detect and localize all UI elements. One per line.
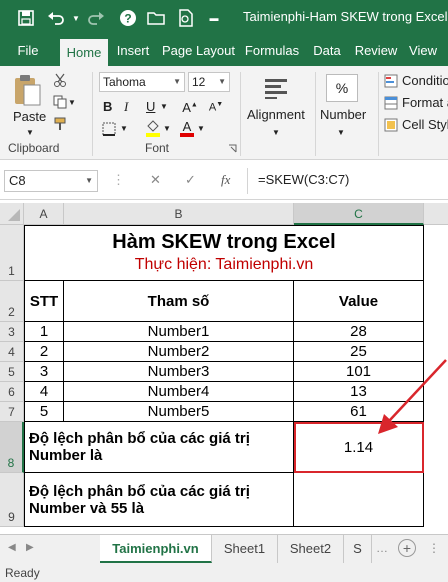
more-sheets-icon[interactable]: … xyxy=(376,541,388,555)
sheet-tab-bar: ◀ ▶ Taimienphi.vn Sheet1 Sheet2 S … + ⋮ xyxy=(0,534,448,564)
sheet-options-icon[interactable]: ⋮ xyxy=(428,541,440,555)
sheet-tab-sheet1[interactable]: Sheet1 xyxy=(212,535,278,563)
status-text: Ready xyxy=(5,566,40,580)
sheet-tab-sheet2[interactable]: Sheet2 xyxy=(278,535,344,563)
scroll-right-icon[interactable]: ▶ xyxy=(26,542,34,553)
sheet-tab-s[interactable]: S xyxy=(344,535,372,563)
sheet-tab-taimienphi[interactable]: Taimienphi.vn xyxy=(100,535,212,563)
status-bar: Ready xyxy=(0,564,448,582)
add-sheet-icon[interactable]: + xyxy=(398,539,416,557)
annotation-arrow xyxy=(378,359,447,434)
scroll-left-icon[interactable]: ◀ xyxy=(8,542,16,553)
